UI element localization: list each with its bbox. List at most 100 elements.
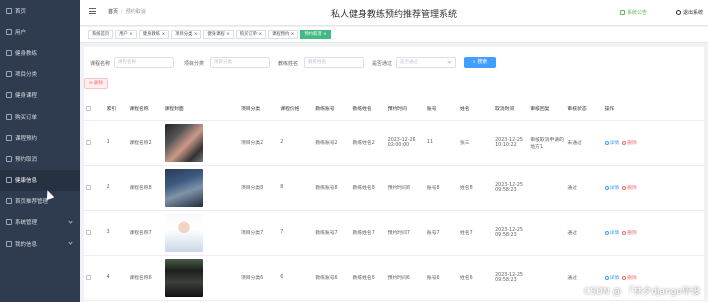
system-notice-button[interactable]: 系统公告 bbox=[620, 9, 647, 16]
sidebar-item-5[interactable]: 购买订单 bbox=[0, 106, 80, 127]
cell-reply bbox=[528, 165, 566, 211]
close-icon[interactable]: × bbox=[291, 32, 295, 37]
close-icon[interactable]: × bbox=[162, 32, 166, 37]
course-cover-image bbox=[164, 123, 203, 162]
tab-7[interactable]: 预约取消 × bbox=[300, 30, 331, 39]
close-icon[interactable]: × bbox=[194, 32, 198, 37]
sidebar-item-3[interactable]: 项目分类 bbox=[0, 64, 80, 85]
system-title: 私人健身教练预约推荐管理系统 bbox=[330, 10, 457, 20]
cell-price: 2 bbox=[278, 120, 314, 166]
detail-label: 详情 bbox=[609, 186, 620, 191]
sidebar-item-11[interactable]: 我的信息 bbox=[0, 233, 80, 254]
tab-5[interactable]: 购买订单 × bbox=[235, 30, 267, 39]
cell-name: 张三 bbox=[457, 120, 494, 166]
cell-course: 课程名称2 bbox=[127, 120, 163, 166]
sidebar-item-0[interactable]: 首页 bbox=[0, 0, 80, 21]
actions-cell: 详情 删除 bbox=[602, 120, 704, 166]
detail-button[interactable]: 详情 bbox=[604, 140, 619, 146]
column-header: 操作 bbox=[602, 97, 704, 121]
tab-3[interactable]: 项目分类 × bbox=[171, 30, 202, 39]
cell-coach-account: 教练账号7 bbox=[313, 210, 351, 256]
sidebar-item-label: 健身教练 bbox=[15, 50, 38, 57]
cell-price: 8 bbox=[278, 165, 314, 211]
batch-delete-label: 删除 bbox=[94, 81, 104, 86]
detail-button[interactable]: 详情 bbox=[604, 230, 619, 236]
cell-cancel-time: 2023-12-25 09:58:23 bbox=[493, 210, 529, 256]
main-panel: 课程名称 课程名称 项目分类 项目分类 教练姓名 教练姓名 是否通过 是否通过 … bbox=[84, 47, 704, 302]
cell-coach-name: 教练姓名7 bbox=[350, 210, 386, 256]
sidebar-item-label: 健康信息 bbox=[15, 178, 38, 185]
order-icon bbox=[6, 113, 12, 120]
cell-booking-time: 预约时间7 bbox=[385, 210, 425, 256]
row-delete-button[interactable]: 删除 bbox=[622, 230, 637, 236]
health-icon bbox=[6, 177, 12, 184]
category-input[interactable]: 项目分类 bbox=[210, 57, 270, 68]
logout-button[interactable]: 退出系统 bbox=[676, 9, 703, 16]
tab-6[interactable]: 课程预约 × bbox=[268, 30, 299, 39]
delete-icon bbox=[622, 275, 627, 280]
batch-delete-button[interactable]: ⊖ 删除 bbox=[84, 78, 108, 89]
system-notice-label: 系统公告 bbox=[627, 10, 648, 16]
sidebar-item-10[interactable]: 系统管理 bbox=[0, 212, 80, 233]
cancel-icon bbox=[6, 155, 12, 162]
course-cover-image bbox=[164, 168, 203, 207]
sidebar-item-label: 首页 bbox=[15, 8, 27, 15]
category-label: 项目分类 bbox=[184, 61, 205, 67]
close-icon[interactable]: × bbox=[129, 32, 133, 37]
cell-status: 通过 bbox=[565, 210, 603, 256]
search-button-label: 搜索 bbox=[477, 59, 488, 65]
sidebar-item-8[interactable]: 健康信息 bbox=[0, 169, 80, 191]
sidebar-item-6[interactable]: 课程预约 bbox=[0, 127, 80, 148]
sidebar-item-label: 我的信息 bbox=[15, 241, 38, 248]
select-all-checkbox[interactable] bbox=[86, 105, 91, 111]
sidebar-item-7[interactable]: 预约取消 bbox=[0, 148, 80, 169]
tab-bar: 系统首页 用户 × 健身教练 × 项目分类 × 健身课程 × 购买订单 × 课程预约 × 预约取消 × bbox=[80, 27, 708, 43]
detail-button[interactable]: 详情 bbox=[604, 185, 620, 191]
cell-account: 账号6 bbox=[424, 255, 458, 301]
cell-index: 1 bbox=[104, 120, 128, 166]
cover-cell bbox=[162, 210, 239, 256]
sidebar-item-4[interactable]: 健身课程 bbox=[0, 85, 80, 106]
row-delete-button[interactable]: 删除 bbox=[622, 140, 637, 146]
tab-0[interactable]: 系统首页 bbox=[88, 30, 114, 39]
course-cover-image bbox=[164, 213, 203, 252]
row-delete-button[interactable]: 删除 bbox=[622, 275, 637, 281]
power-icon bbox=[676, 10, 681, 15]
app-root: 首页 用户 健身教练 项目分类 健身课程 购买订单 课程预约 预约取消 健康信息 首页推荐管理 系统… bbox=[0, 0, 708, 302]
close-icon[interactable]: × bbox=[226, 32, 230, 37]
close-icon[interactable]: × bbox=[258, 32, 262, 37]
delete-icon bbox=[622, 140, 627, 145]
close-icon[interactable]: × bbox=[323, 32, 327, 37]
tab-1[interactable]: 用户 × bbox=[115, 30, 137, 39]
tab-4[interactable]: 健身课程 × bbox=[203, 30, 234, 39]
coach-icon bbox=[6, 49, 12, 56]
tab-label: 系统首页 bbox=[92, 32, 110, 37]
sidebar-item-1[interactable]: 用户 bbox=[0, 21, 80, 42]
column-header: 审核回复 bbox=[528, 97, 566, 121]
cell-index: 2 bbox=[104, 165, 128, 211]
row-delete-button[interactable]: 删除 bbox=[622, 185, 637, 191]
search-button[interactable]: ⌕ 搜索 bbox=[464, 57, 496, 68]
sidebar-item-label: 首页推荐管理 bbox=[15, 199, 49, 206]
column-header: 姓名 bbox=[457, 97, 494, 121]
tab-label: 购买订单 bbox=[239, 32, 257, 37]
notice-icon bbox=[620, 10, 625, 15]
row-delete-label: 删除 bbox=[627, 186, 637, 191]
approved-select[interactable]: 是否通过 bbox=[396, 57, 456, 68]
sidebar-item-9[interactable]: 首页推荐管理 bbox=[0, 191, 80, 212]
row-checkbox[interactable] bbox=[86, 140, 91, 145]
column-header: 账号 bbox=[424, 97, 458, 121]
row-checkbox[interactable] bbox=[86, 275, 91, 280]
tab-2[interactable]: 健身教练 × bbox=[138, 30, 170, 39]
recommend-icon bbox=[6, 198, 12, 205]
course-name-input[interactable]: 课程名称 bbox=[114, 57, 174, 68]
coach-name-input[interactable]: 教练姓名 bbox=[304, 57, 364, 68]
sidebar-item-2[interactable]: 健身教练 bbox=[0, 42, 80, 63]
column-header: 课程价格 bbox=[278, 97, 314, 121]
row-checkbox[interactable] bbox=[86, 185, 91, 190]
column-header: 取消时间 bbox=[493, 97, 529, 121]
profile-icon bbox=[6, 240, 12, 247]
actions-cell: 详情 删除 bbox=[602, 165, 704, 211]
row-checkbox[interactable] bbox=[86, 230, 91, 235]
detail-button[interactable]: 详情 bbox=[604, 275, 619, 281]
